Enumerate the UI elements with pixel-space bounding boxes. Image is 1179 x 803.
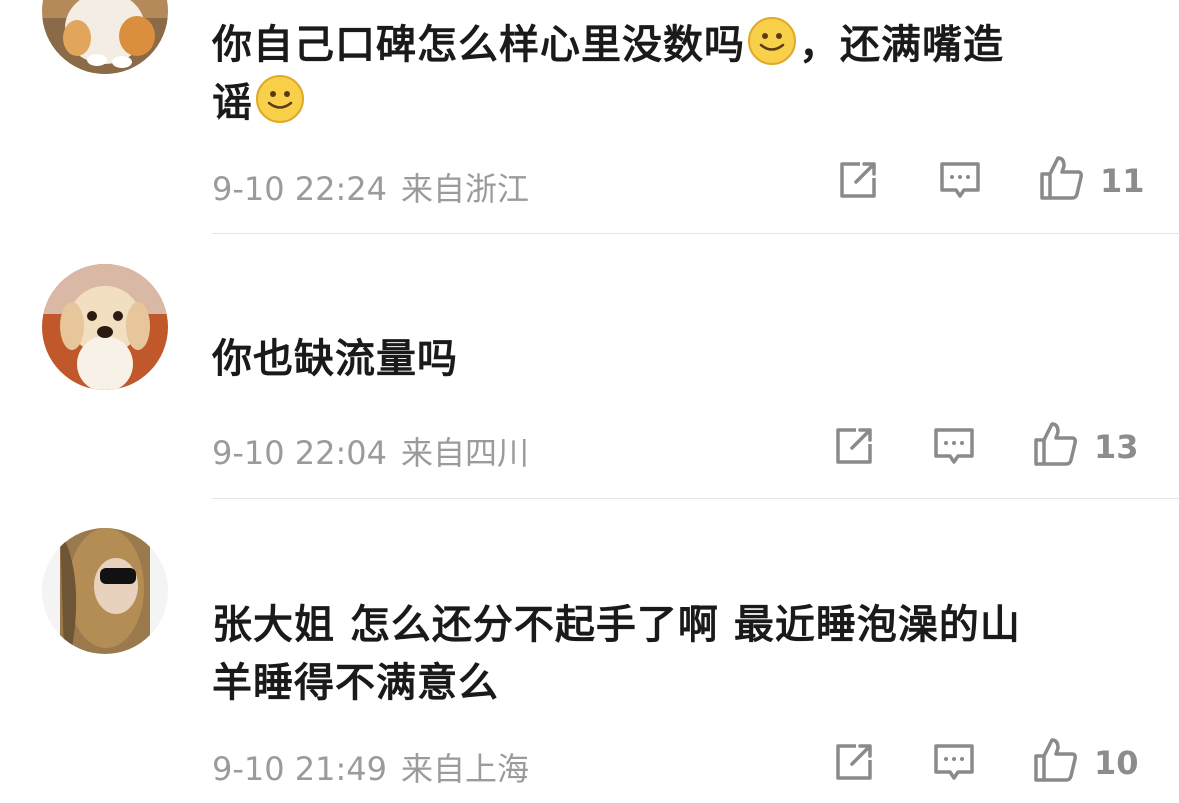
share-icon[interactable] xyxy=(832,740,876,788)
golden-retriever-avatar-image xyxy=(42,264,168,390)
comment-meta: 9-10 22:24 来自浙江 xyxy=(212,164,529,210)
comment-meta: 9-10 22:04 来自四川 xyxy=(212,428,529,474)
comment-text-part: 谣 xyxy=(212,80,253,126)
comment-text-part: ，还满嘴造 xyxy=(799,22,1004,68)
comment-location: 来自浙江 xyxy=(401,170,530,208)
comment-text-part: 羊睡得不满意么 xyxy=(212,660,499,706)
smile-emoji-icon xyxy=(747,16,797,66)
comment-actions: 11 xyxy=(830,156,1150,208)
avatar[interactable] xyxy=(42,264,168,390)
like-count: 10 xyxy=(1094,744,1139,782)
thumbs-up-icon[interactable] xyxy=(1032,420,1080,472)
like-count: 13 xyxy=(1094,428,1139,466)
avatar[interactable] xyxy=(42,528,168,654)
comment-time: 9-10 22:24 xyxy=(212,170,388,208)
comment-icon[interactable] xyxy=(932,424,976,472)
comment-text: 张大姐 怎么还分不起手了啊 最近睡泡澡的山 羊睡得不满意么 xyxy=(212,596,1112,712)
like-count: 11 xyxy=(1100,162,1145,200)
comment-icon[interactable] xyxy=(938,158,982,206)
comment-text-part: 你也缺流量吗 xyxy=(212,336,458,382)
comment-time: 9-10 21:49 xyxy=(212,750,388,788)
comment-icon[interactable] xyxy=(932,740,976,788)
woman-avatar-image xyxy=(42,528,168,654)
comment-text-part: 你自己口碑怎么样心里没数吗 xyxy=(212,22,745,68)
comment-location: 来自四川 xyxy=(401,434,530,472)
thumbs-up-icon[interactable] xyxy=(1038,154,1086,206)
avatar[interactable] xyxy=(42,0,168,74)
divider xyxy=(212,498,1179,499)
share-icon[interactable] xyxy=(832,424,876,472)
comment-time: 9-10 22:04 xyxy=(212,434,388,472)
comment-meta: 9-10 21:49 来自上海 xyxy=(212,744,529,790)
comment-text-part: 张大姐 怎么还分不起手了啊 最近睡泡澡的山 xyxy=(212,602,1021,648)
smile-emoji-icon xyxy=(255,74,305,124)
thumbs-up-icon[interactable] xyxy=(1032,736,1080,788)
corgi-avatar-image xyxy=(42,0,168,74)
comment-actions: 13 xyxy=(830,422,1150,474)
comment-feed: 你自己口碑怎么样心里没数吗 ，还满嘴造 谣 9-10 22:24 来自浙江 11 xyxy=(0,0,1179,803)
comment-actions: 10 xyxy=(830,738,1150,790)
comment-location: 来自上海 xyxy=(401,750,530,788)
comment-text: 你也缺流量吗 xyxy=(212,330,1112,388)
divider xyxy=(212,233,1179,234)
share-icon[interactable] xyxy=(836,158,880,206)
comment-text: 你自己口碑怎么样心里没数吗 ，还满嘴造 谣 xyxy=(212,16,1112,132)
